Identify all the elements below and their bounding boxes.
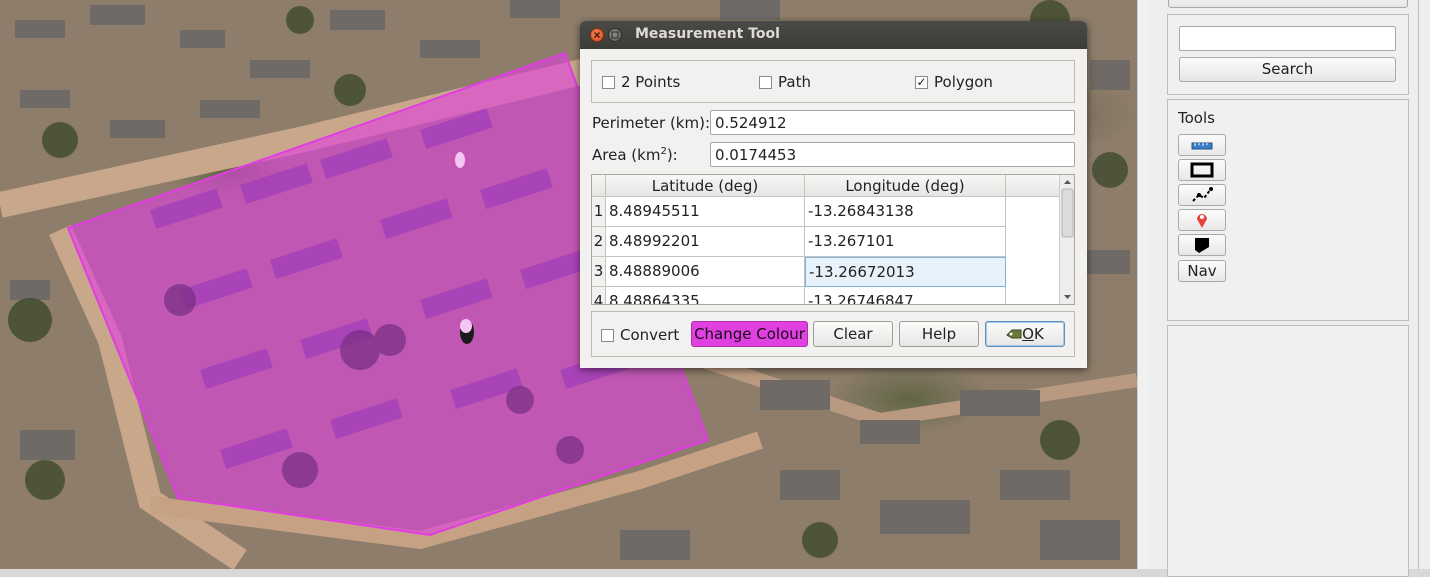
search-button[interactable]: Search [1179, 57, 1396, 82]
search-group: Search [1167, 14, 1409, 95]
placemark-icon [1197, 214, 1207, 228]
latitude-cell[interactable]: 8.48992201 [606, 227, 805, 257]
latitude-column-header[interactable]: Latitude (deg) [606, 175, 805, 197]
table-corner [592, 175, 606, 197]
dialog-title: Measurement Tool [635, 26, 780, 42]
two-points-checkbox-box[interactable] [602, 75, 615, 89]
search-input[interactable] [1179, 26, 1396, 51]
perimeter-label: Perimeter (km): [592, 114, 711, 132]
ruler-tool-button[interactable] [1178, 134, 1226, 156]
table-header-filler [1006, 175, 1059, 197]
rectangle-icon [1190, 162, 1214, 178]
dialog-titlebar[interactable]: Measurement Tool [580, 21, 1087, 49]
longitude-cell[interactable]: -13.267101 [805, 227, 1006, 257]
scrollbar-graphics [1061, 180, 1074, 299]
longitude-cell[interactable]: -13.26843138 [805, 197, 1006, 227]
polygon-icon [1195, 238, 1209, 253]
polygon-checkbox[interactable]: ✓ Polygon [915, 73, 993, 91]
polygon-tool-button[interactable] [1178, 234, 1226, 256]
tools-group: Tools Nav [1167, 99, 1409, 321]
empty-panel-group [1167, 325, 1409, 577]
mode-frame: 2 Points Path ✓ Polygon [591, 60, 1075, 103]
convert-label: Convert [620, 326, 680, 344]
area-field[interactable]: 0.0174453 [710, 142, 1075, 167]
row-number[interactable]: 4 [592, 287, 606, 304]
longitude-column-header[interactable]: Longitude (deg) [805, 175, 1006, 197]
latitude-cell[interactable]: 8.48889006 [606, 257, 805, 287]
area-label-suffix: ): [666, 146, 678, 164]
row-number[interactable]: 1 [592, 197, 606, 227]
latitude-cell[interactable]: 8.48945511 [606, 197, 805, 227]
path-checkbox[interactable]: Path [759, 73, 811, 91]
coordinates-table[interactable]: Latitude (deg) Longitude (deg) 1 8.48945… [591, 174, 1075, 305]
panel-right-border [1418, 0, 1419, 569]
path-tool-button[interactable] [1178, 184, 1226, 206]
rectangle-tool-button[interactable] [1178, 159, 1226, 181]
path-checkbox-box[interactable] [759, 75, 772, 89]
row-number[interactable]: 2 [592, 227, 606, 257]
two-points-label: 2 Points [621, 73, 681, 91]
ok-icon [1006, 329, 1022, 339]
ok-label-suffix: K [1033, 325, 1044, 343]
convert-checkbox-box[interactable] [601, 328, 614, 342]
change-colour-button[interactable]: Change Colour [691, 321, 808, 347]
ok-button[interactable]: OK [985, 321, 1065, 347]
row-number[interactable]: 3 [592, 257, 606, 287]
help-button[interactable]: Help [899, 321, 979, 347]
placemark-tool-button[interactable] [1178, 209, 1226, 231]
path-label: Path [778, 73, 811, 91]
close-window-button[interactable] [590, 28, 604, 42]
polygon-checkbox-box[interactable]: ✓ [915, 75, 928, 89]
convert-checkbox[interactable]: Convert [601, 326, 679, 344]
area-label-prefix: Area (km [592, 146, 661, 164]
ok-label-mnemonic: O [1022, 325, 1034, 343]
path-icon [1192, 187, 1213, 202]
area-label: Area (km2): [592, 146, 678, 164]
side-panel: Search Tools Nav [1148, 0, 1430, 577]
longitude-cell[interactable]: -13.26746847 [805, 287, 1006, 304]
menu-window-button[interactable] [608, 28, 622, 42]
ruler-icon [1191, 142, 1213, 150]
nav-button[interactable]: Nav [1178, 260, 1226, 282]
window-menu-icon [611, 31, 619, 39]
two-points-checkbox[interactable]: 2 Points [602, 73, 680, 91]
top-button[interactable] [1168, 0, 1408, 8]
measurement-tool-dialog: Measurement Tool 2 Points Path ✓ Polygon… [580, 21, 1087, 368]
latitude-cell[interactable]: 8.48864335 [606, 287, 805, 304]
polygon-label: Polygon [934, 73, 993, 91]
tools-title: Tools [1178, 109, 1215, 127]
close-icon [593, 31, 601, 39]
table-vertical-scrollbar[interactable] [1059, 175, 1074, 304]
longitude-cell-selected[interactable]: -13.26672013 [805, 257, 1006, 287]
clear-button[interactable]: Clear [813, 321, 893, 347]
perimeter-field[interactable]: 0.524912 [710, 110, 1075, 135]
